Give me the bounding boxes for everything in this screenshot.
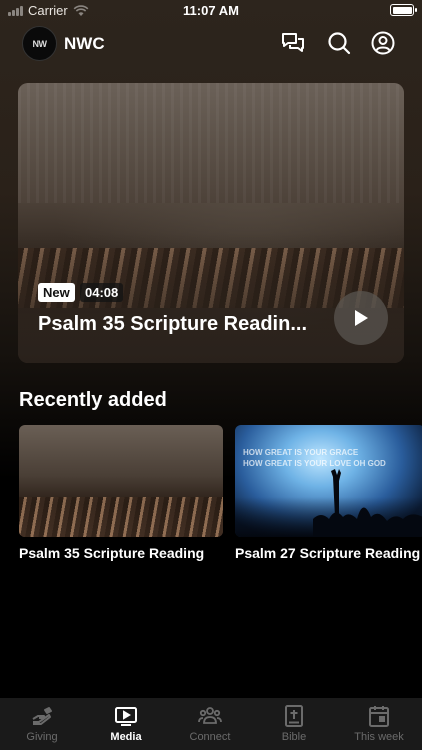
tab-giving[interactable]: Giving	[0, 698, 84, 750]
tab-label: Bible	[281, 731, 307, 743]
hero-image-stage	[18, 83, 404, 203]
bible-icon	[285, 705, 303, 727]
bottom-tab-bar: Giving Media Connect Bible This week	[0, 698, 422, 750]
status-bar: Carrier 11:07 AM	[0, 0, 422, 22]
status-time: 11:07 AM	[183, 3, 239, 18]
media-icon	[115, 707, 137, 726]
media-thumbnail	[19, 425, 223, 537]
play-icon	[355, 310, 368, 326]
giving-icon	[32, 707, 52, 725]
media-card-title: Psalm 35 Scripture Reading	[19, 545, 205, 561]
tab-this-week[interactable]: This week	[336, 698, 422, 750]
crowd-silhouette	[313, 469, 422, 537]
tab-label: Media	[110, 731, 142, 743]
battery-icon	[390, 4, 417, 16]
section-title-recent: Recently added	[19, 389, 167, 411]
app-header: NW NWC	[22, 26, 400, 61]
profile-icon[interactable]	[370, 30, 396, 56]
tab-connect[interactable]: Connect	[168, 698, 252, 750]
chat-icon[interactable]	[280, 30, 306, 56]
tab-media[interactable]: Media	[84, 698, 168, 750]
tab-label: Giving	[26, 731, 58, 743]
connect-icon	[198, 707, 222, 724]
tab-label: Connect	[189, 731, 231, 743]
org-name: NWC	[64, 34, 105, 53]
tab-label: This week	[354, 731, 404, 743]
org-logo[interactable]: NW	[22, 26, 57, 61]
media-card[interactable]: HOW GREAT IS YOUR GRACE HOW GREAT IS YOU…	[235, 425, 422, 561]
media-card-title: Psalm 27 Scripture Reading	[235, 545, 421, 561]
calendar-icon	[369, 706, 389, 727]
media-card[interactable]: Psalm 35 Scripture Reading	[19, 425, 223, 561]
hero-title: Psalm 35 Scripture Readin...	[38, 313, 307, 335]
media-thumbnail: HOW GREAT IS YOUR GRACE HOW GREAT IS YOU…	[235, 425, 422, 537]
search-icon[interactable]	[326, 30, 352, 56]
new-badge: New	[38, 283, 75, 302]
featured-media-card[interactable]: New 04:08 Psalm 35 Scripture Readin...	[18, 83, 404, 363]
thumbnail-lyrics: HOW GREAT IS YOUR GRACE HOW GREAT IS YOU…	[243, 447, 386, 469]
duration-badge: 04:08	[80, 283, 124, 302]
lyric-line: HOW GREAT IS YOUR GRACE	[243, 448, 359, 457]
tab-bible[interactable]: Bible	[252, 698, 336, 750]
play-button[interactable]	[334, 291, 388, 345]
